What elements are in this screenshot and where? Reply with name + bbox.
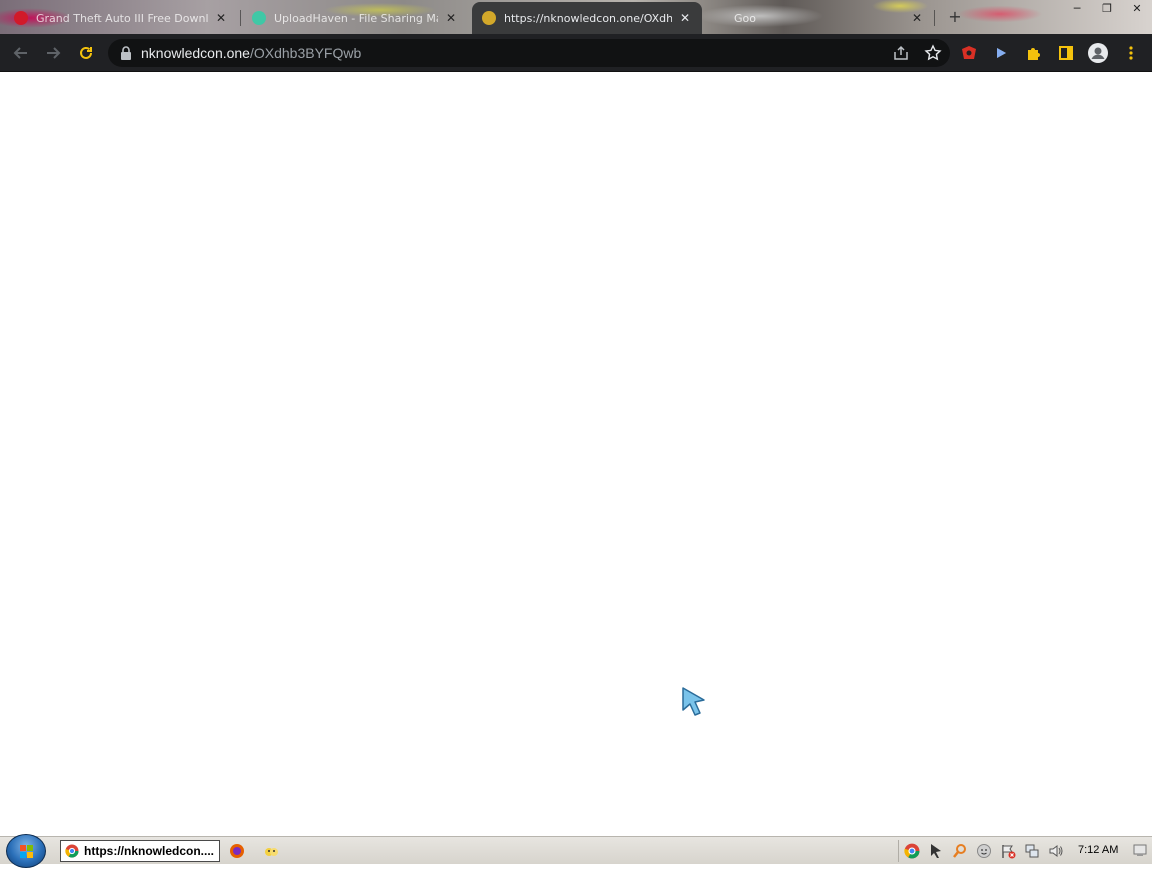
omnibox-actions <box>892 44 942 62</box>
pointer-tray-icon[interactable] <box>927 842 945 860</box>
tab-uploadhaven[interactable]: UploadHaven - File Sharing Made ✕ <box>242 2 468 34</box>
firefox-icon[interactable] <box>229 843 245 859</box>
kebab-menu-icon <box>1129 46 1133 60</box>
taskbar-chrome-window[interactable]: https://nknowledcon.... <box>60 840 220 862</box>
url-host: nknowledcon.one <box>141 45 250 61</box>
close-window-button[interactable]: ✕ <box>1122 0 1152 18</box>
address-bar[interactable]: nknowledcon.one/OXdhb3BYFQwb <box>108 39 950 67</box>
url-path: /OXdhb3BYFQwb <box>249 45 362 61</box>
tab-gta[interactable]: Grand Theft Auto III Free Downlo ✕ <box>4 2 238 34</box>
plus-icon[interactable]: + <box>946 8 964 26</box>
side-panel-button[interactable] <box>1055 42 1077 64</box>
volume-tray-icon[interactable] <box>1047 842 1065 860</box>
tab-strip: Grand Theft Auto III Free Downlo ✕ Uploa… <box>0 0 1152 34</box>
back-button[interactable] <box>10 42 32 64</box>
network-tray-icon[interactable] <box>1023 842 1041 860</box>
tab-title: Grand Theft Auto III Free Downlo <box>36 11 208 25</box>
forward-button[interactable] <box>42 42 64 64</box>
address-url: nknowledcon.one/OXdhb3BYFQwb <box>141 45 361 61</box>
extension-red-icon <box>962 46 976 59</box>
browser-toolbar: nknowledcon.one/OXdhb3BYFQwb <box>0 34 1152 72</box>
side-panel-icon <box>1059 46 1073 60</box>
action-center-flag-icon[interactable] <box>999 842 1017 860</box>
arrow-right-icon <box>47 47 61 59</box>
reload-button[interactable] <box>75 42 97 64</box>
extensions-button[interactable] <box>1023 42 1045 64</box>
start-button[interactable] <box>6 834 46 868</box>
taskbar: https://nknowledcon.... 7:12 AM <box>0 834 1152 868</box>
mouse-cursor-icon <box>682 687 705 716</box>
profile-button[interactable] <box>1087 42 1109 64</box>
tab-separator <box>240 10 241 26</box>
lock-icon <box>121 46 131 60</box>
tab-goo[interactable]: Goo ✕ <box>702 2 934 34</box>
page-content[interactable] <box>0 72 1152 836</box>
minimize-button[interactable]: ─ <box>1062 0 1092 18</box>
tab-separator <box>934 10 935 26</box>
share-icon[interactable] <box>892 44 910 62</box>
system-tray <box>898 840 1069 862</box>
window-controls: ─ ❐ ✕ <box>1062 0 1152 18</box>
close-icon[interactable]: ✕ <box>678 11 692 25</box>
show-desktop-icon[interactable] <box>1132 842 1148 858</box>
tab-nknowledcon[interactable]: https://nknowledcon.one/OXdhb3 ✕ <box>472 2 702 34</box>
taskbar-window-label: https://nknowledcon.... <box>84 844 214 858</box>
avatar-icon <box>1088 43 1108 63</box>
messenger-icon[interactable] <box>263 843 279 859</box>
close-icon[interactable]: ✕ <box>214 11 228 25</box>
gta-favicon-icon <box>14 11 28 25</box>
restore-button[interactable]: ❐ <box>1092 0 1122 18</box>
close-icon[interactable]: ✕ <box>444 11 458 25</box>
tab-title: UploadHaven - File Sharing Made <box>274 11 438 25</box>
extension-play-button[interactable] <box>990 42 1012 64</box>
tab-title: https://nknowledcon.one/OXdhb3 <box>504 11 672 25</box>
goo-favicon-icon <box>712 11 726 25</box>
extension-red-button[interactable] <box>958 42 980 64</box>
chrome-icon <box>65 844 79 858</box>
search-tray-icon[interactable] <box>951 842 969 860</box>
uploadhaven-favicon-icon <box>252 11 266 25</box>
chrome-tray-icon[interactable] <box>903 842 921 860</box>
taskbar-clock[interactable]: 7:12 AM <box>1078 844 1118 856</box>
reload-icon <box>80 46 92 59</box>
puzzle-icon <box>1028 48 1040 60</box>
close-icon[interactable]: ✕ <box>910 11 924 25</box>
smiley-tray-icon[interactable] <box>975 842 993 860</box>
bookmark-star-icon[interactable] <box>924 44 942 62</box>
menu-button[interactable] <box>1120 42 1142 64</box>
nknowledcon-favicon-icon <box>482 11 496 25</box>
arrow-left-icon <box>13 47 27 59</box>
play-icon <box>997 48 1006 58</box>
tab-title: Goo <box>734 11 756 25</box>
